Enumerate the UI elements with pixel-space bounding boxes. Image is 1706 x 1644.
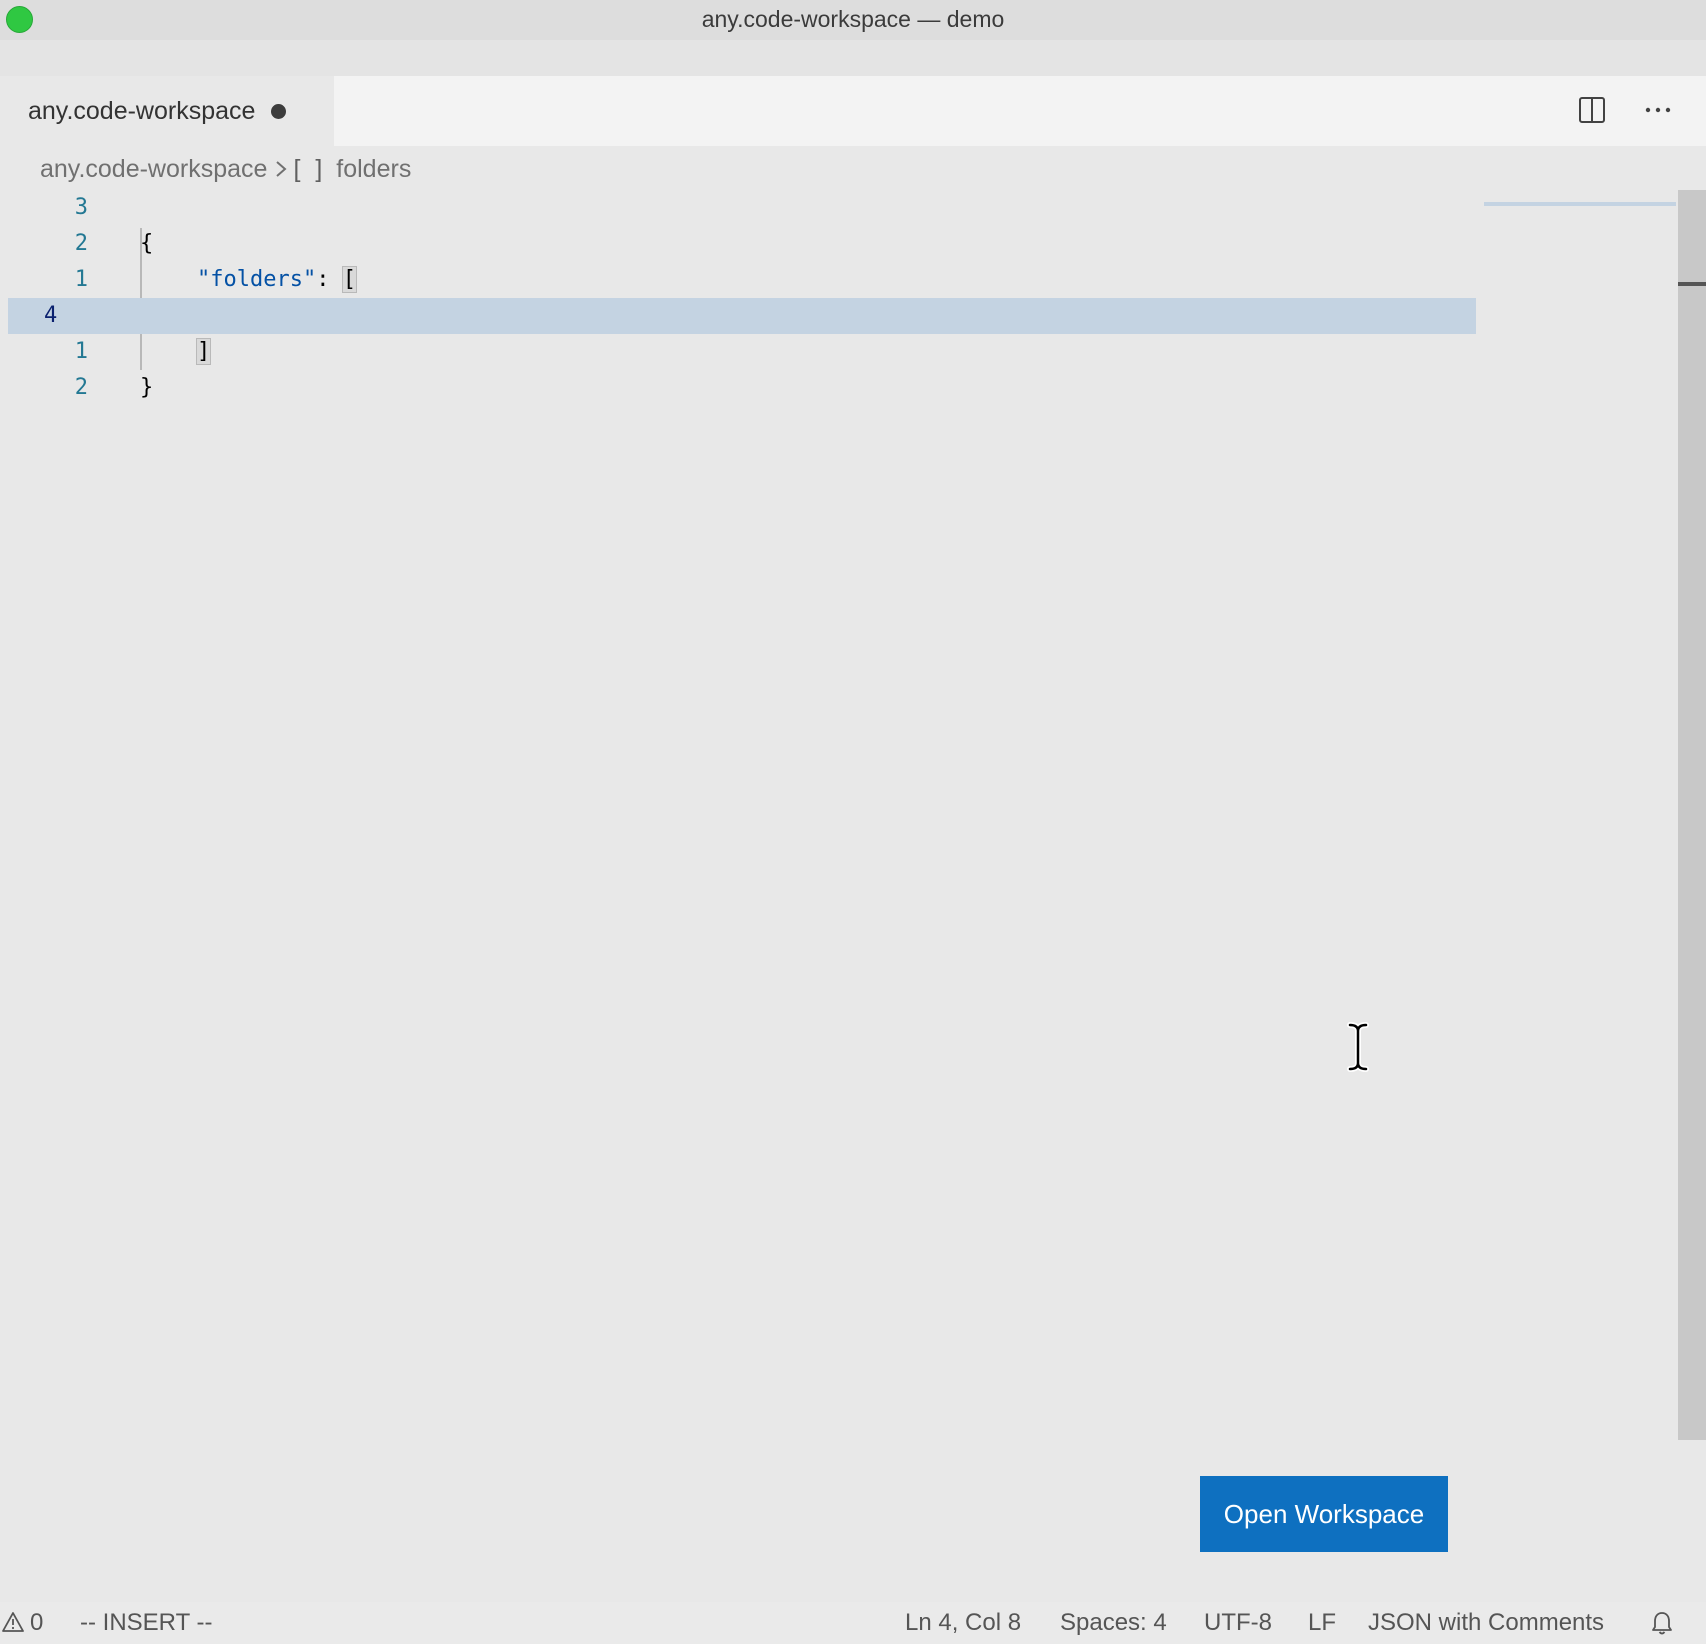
line-number: 1 [74, 339, 88, 364]
code-text: "folders": [ [197, 262, 357, 298]
json-colon: : [316, 267, 343, 292]
text-cursor-icon [1347, 1022, 1369, 1072]
split-editor-icon[interactable] [1578, 97, 1606, 123]
title-bar: any.code-workspace — demo [0, 0, 1706, 40]
window-title: any.code-workspace — demo [701, 6, 1005, 32]
current-line-highlight: 4 [8, 298, 1476, 334]
code-text: ] [195, 334, 212, 370]
breadcrumb-symbol[interactable]: folders [336, 155, 411, 184]
open-workspace-button[interactable]: Open Workspace [1200, 1476, 1448, 1552]
code-line: 2 } [8, 370, 1476, 406]
line-number: 2 [74, 375, 88, 400]
minimap[interactable] [1484, 192, 1676, 212]
code-text: { [140, 231, 154, 256]
array-symbol-icon: [ ] [293, 154, 327, 183]
code-line: 1 ] [8, 334, 1476, 370]
code-line: 1 "folders": [ [8, 262, 1476, 298]
unsaved-dot-icon[interactable] [271, 103, 287, 119]
current-line-number: 4 [44, 303, 58, 328]
notifications-status[interactable] [1650, 1602, 1674, 1644]
matched-bracket: ] [195, 338, 212, 365]
eol-status[interactable]: LF [1308, 1602, 1336, 1644]
cursor-position-status[interactable]: Ln 4, Col 8 [905, 1602, 1021, 1644]
vim-mode-status: -- INSERT -- [80, 1609, 213, 1636]
code-line: 3 [8, 190, 1476, 226]
vertical-scrollbar[interactable] [1678, 190, 1706, 1440]
tab-bar: any.code-workspace [8, 76, 1706, 146]
matched-bracket: [ [341, 266, 357, 293]
warning-icon [2, 1612, 24, 1632]
breadcrumb-file[interactable]: any.code-workspace [40, 155, 267, 184]
line-number: 3 [74, 195, 88, 220]
status-bar: 0 -- INSERT -- Ln 4, Col 8 Spaces: 4 UTF… [0, 1602, 1706, 1644]
bell-icon [1652, 1612, 1672, 1635]
tab-any-code-workspace[interactable]: any.code-workspace [8, 76, 334, 146]
json-key: "folders" [197, 267, 317, 292]
chevron-right-icon [275, 159, 287, 179]
language-mode-status[interactable]: JSON with Comments [1368, 1602, 1604, 1644]
line-number: 2 [74, 231, 88, 256]
warning-count: 0 [30, 1609, 44, 1636]
problems-status[interactable]: 0 [2, 1602, 43, 1644]
encoding-status[interactable]: UTF-8 [1204, 1602, 1272, 1644]
scrollbar-cursor-marker [1678, 282, 1706, 286]
code-text: } [140, 375, 154, 400]
title-strip [0, 40, 1706, 76]
minimap-current-line [1484, 202, 1676, 206]
code-line: 2 { [8, 226, 1476, 262]
code-editor[interactable]: 3 2 { 1 "folders": [ 4 1 ] 2 } [8, 190, 1676, 1602]
breadcrumb: any.code-workspace [ ] folders [40, 152, 411, 186]
more-actions-icon[interactable] [1644, 97, 1672, 123]
tab-label: any.code-workspace [28, 96, 256, 125]
line-number: 1 [74, 267, 88, 292]
indentation-status[interactable]: Spaces: 4 [1060, 1602, 1167, 1644]
